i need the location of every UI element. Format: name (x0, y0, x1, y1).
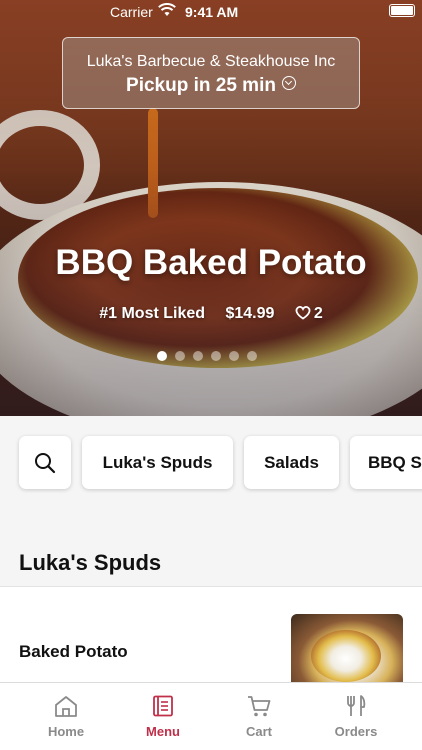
heart-icon (295, 306, 311, 320)
carousel-dot[interactable] (211, 351, 221, 361)
price-label: $14.99 (225, 305, 275, 322)
carousel-dots[interactable] (157, 351, 257, 361)
menu-item[interactable]: Baked Potato (0, 587, 422, 682)
store-name: Luka's Barbecue & Steakhouse Inc (86, 53, 336, 70)
cart-icon (248, 696, 271, 717)
category-chip-salads[interactable]: Salads (244, 436, 339, 489)
likes-count: 2 (313, 305, 323, 322)
featured-dish-title: BBQ Baked Potato (55, 243, 367, 282)
tab-menu[interactable]: Menu (115, 683, 211, 750)
clock: 9:41 AM (185, 4, 239, 20)
chevron-down-icon (281, 76, 296, 90)
category-bar: Luka's Spuds Salads BBQ S (0, 416, 422, 516)
tab-cart-label: Cart (245, 724, 272, 739)
rank-label: #1 Most Liked (99, 305, 206, 322)
section-title: Luka's Spuds (19, 550, 162, 575)
tab-cart[interactable]: Cart (211, 683, 307, 750)
status-bar: Carrier 9:41 AM (0, 0, 422, 24)
featured-dish-meta: #1 Most Liked $14.99 2 (0, 305, 422, 323)
carousel-dot[interactable] (229, 351, 239, 361)
tab-menu-label: Menu (146, 724, 180, 739)
store-selector[interactable]: Luka's Barbecue & Steakhouse Inc Pickup … (62, 37, 360, 109)
wifi-icon (158, 3, 176, 16)
menu-icon (153, 695, 173, 717)
search-button[interactable] (19, 436, 71, 489)
tab-bar: Home Menu Cart Orders (0, 682, 422, 750)
menu-item-name: Baked Potato (19, 642, 128, 661)
home-icon (55, 696, 77, 717)
tab-home[interactable]: Home (18, 683, 114, 750)
carousel-dot[interactable] (157, 351, 167, 361)
likes[interactable]: 2 (295, 305, 323, 322)
tab-orders[interactable]: Orders (308, 683, 404, 750)
fork-knife-icon (347, 695, 366, 716)
menu-item-photo (291, 614, 403, 682)
battery-icon (389, 4, 415, 17)
pickup-time: Pickup in 25 min (63, 75, 359, 97)
category-chip-lukas-spuds[interactable]: Luka's Spuds (82, 436, 233, 489)
tab-home-label: Home (47, 724, 85, 739)
search-icon (35, 452, 56, 473)
tab-orders-label: Orders (334, 724, 378, 739)
carousel-dot[interactable] (247, 351, 257, 361)
carousel-dot[interactable] (193, 351, 203, 361)
category-chip-bbq[interactable]: BBQ S (350, 436, 422, 489)
carrier-label: Carrier (110, 4, 153, 20)
carousel-dot[interactable] (175, 351, 185, 361)
